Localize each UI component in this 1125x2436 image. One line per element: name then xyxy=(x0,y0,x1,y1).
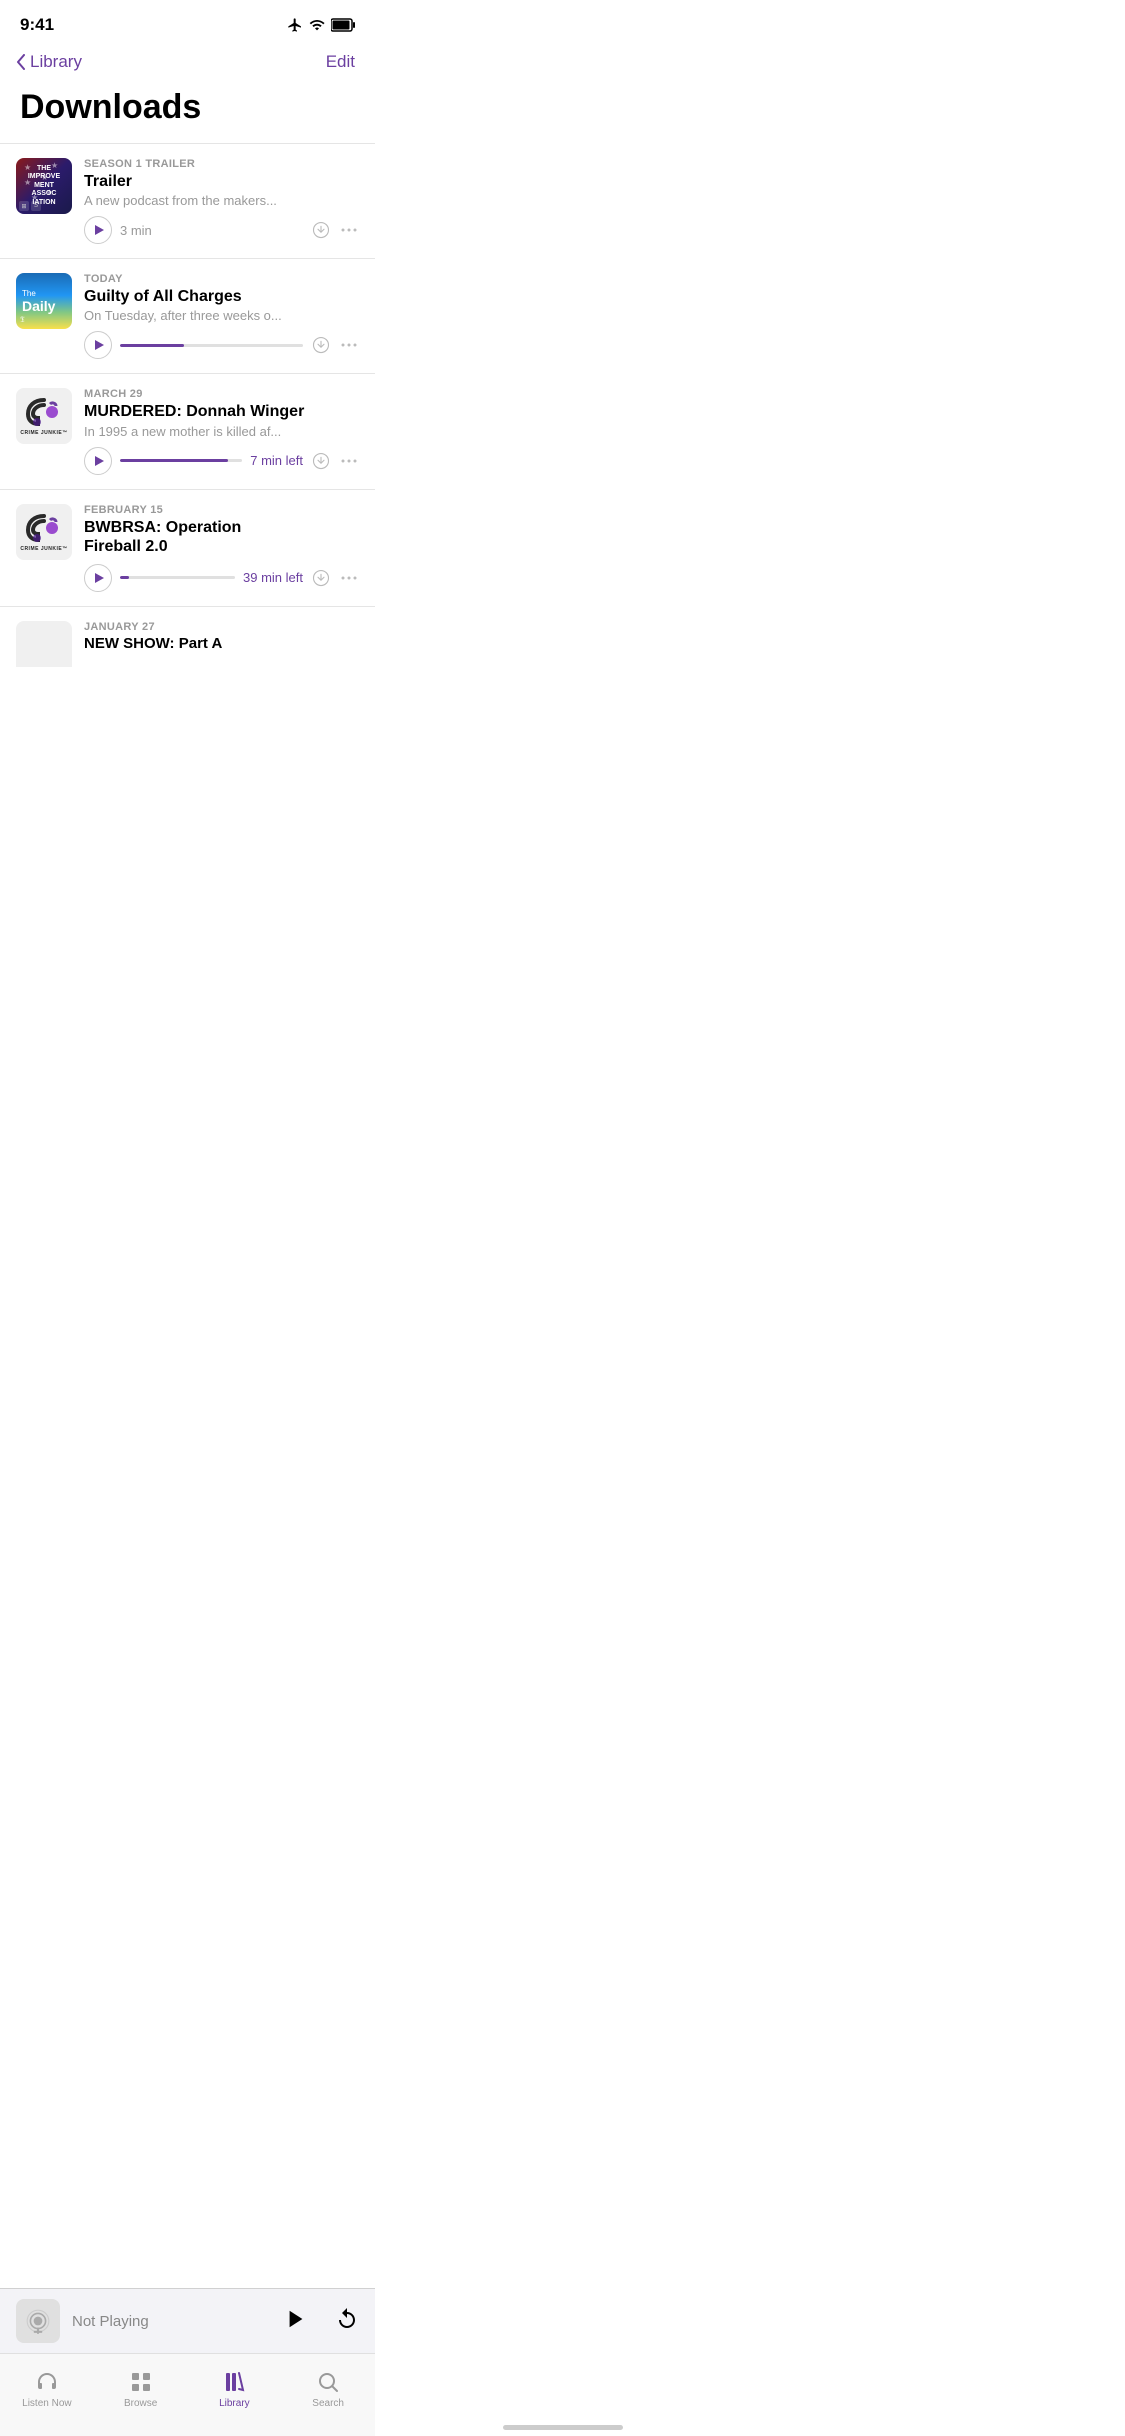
edit-button[interactable]: Edit xyxy=(326,52,355,72)
episode-content: February 15 BWBRSA: OperationFireball 2.… xyxy=(84,504,359,592)
download-icon xyxy=(312,221,330,239)
episode-item: The Daily 𝕿 Today Guilty of All Charges … xyxy=(0,259,375,374)
library-icon xyxy=(221,2369,247,2395)
chevron-left-icon xyxy=(16,54,26,70)
more-icon xyxy=(341,343,357,347)
episode-title: Trailer xyxy=(84,172,359,191)
play-icon xyxy=(94,339,104,351)
more-button[interactable] xyxy=(339,568,359,588)
episode-item: CRIME JUNKIE™ February 15 BWBRSA: Operat… xyxy=(0,490,375,607)
episode-date: March 29 xyxy=(84,388,359,400)
time-left-label: 39 min left xyxy=(243,570,303,585)
download-button[interactable] xyxy=(311,335,331,355)
download-icon xyxy=(312,569,330,587)
more-button[interactable] xyxy=(339,451,359,471)
download-icon xyxy=(312,452,330,470)
replay-icon xyxy=(335,2307,359,2331)
tab-bar: Listen Now Browse Library Search xyxy=(0,2353,375,2436)
play-icon xyxy=(94,455,104,467)
tab-browse[interactable]: Browse xyxy=(94,2369,188,2409)
episode-date: January 27 xyxy=(84,621,359,633)
episode-content: Season 1 Trailer Trailer A new podcast f… xyxy=(84,158,359,244)
tab-library[interactable]: Library xyxy=(188,2369,282,2409)
episode-description: In 1995 a new mother is killed af... xyxy=(84,424,359,439)
download-button[interactable] xyxy=(311,220,331,240)
duration-label: 3 min xyxy=(120,223,152,238)
time-left-label: 7 min left xyxy=(250,453,303,468)
home-indicator xyxy=(503,2425,623,2430)
tab-search[interactable]: Search xyxy=(281,2369,375,2409)
episode-list: ★ ★ ★ ★ ★ ★ THEIMPROVEMENTASSOCIATION ⊞ … xyxy=(0,144,375,667)
episode-content: March 29 MURDERED: Donnah Winger In 1995… xyxy=(84,388,359,474)
episode-description: A new podcast from the makers... xyxy=(84,193,359,208)
tab-label-library: Library xyxy=(219,2398,250,2409)
episode-artwork: CRIME JUNKIE™ xyxy=(16,388,72,444)
more-icon xyxy=(341,576,357,580)
mini-player[interactable]: Not Playing xyxy=(0,2288,375,2353)
episode-artwork: ★ ★ ★ ★ ★ ★ THEIMPROVEMENTASSOCIATION ⊞ … xyxy=(16,158,72,214)
play-button[interactable] xyxy=(84,331,112,359)
progress-bar xyxy=(120,576,235,579)
podcast-icon xyxy=(25,2308,51,2334)
episode-controls: 39 min left xyxy=(84,564,359,592)
episode-title: NEW SHOW: Part A xyxy=(84,635,359,653)
episode-content: Today Guilty of All Charges On Tuesday, … xyxy=(84,273,359,359)
episode-controls: 7 min left xyxy=(84,447,359,475)
episode-item: CRIME JUNKIE™ March 29 MURDERED: Donnah … xyxy=(0,374,375,489)
episode-item: ★ ★ ★ ★ ★ ★ THEIMPROVEMENTASSOCIATION ⊞ … xyxy=(0,144,375,259)
tab-label-listen-now: Listen Now xyxy=(22,2398,71,2409)
nav-bar: Library Edit xyxy=(0,44,375,84)
episode-item: January 27 NEW SHOW: Part A xyxy=(0,607,375,667)
play-button[interactable] xyxy=(84,216,112,244)
episode-date: Today xyxy=(84,273,359,285)
tab-label-browse: Browse xyxy=(124,2398,157,2409)
crime-junkie-logo-icon xyxy=(24,396,64,428)
download-icon xyxy=(312,336,330,354)
play-icon xyxy=(94,572,104,584)
mini-replay-button[interactable] xyxy=(335,2307,359,2336)
episode-artwork xyxy=(16,621,72,667)
episode-controls xyxy=(84,331,359,359)
episode-title: BWBRSA: OperationFireball 2.0 xyxy=(84,518,359,556)
back-button[interactable]: Library xyxy=(16,52,82,72)
search-icon xyxy=(315,2369,341,2395)
episode-date: Season 1 Trailer xyxy=(84,158,359,170)
episode-description: On Tuesday, after three weeks o... xyxy=(84,308,359,323)
episode-title: Guilty of All Charges xyxy=(84,287,359,306)
episode-artwork: The Daily 𝕿 xyxy=(16,273,72,329)
battery-icon xyxy=(331,18,355,32)
status-bar: 9:41 xyxy=(0,0,375,44)
play-icon xyxy=(94,224,104,236)
page-title: Downloads xyxy=(0,84,375,143)
episode-controls: 3 min xyxy=(84,216,359,244)
tab-label-search: Search xyxy=(312,2398,344,2409)
episode-date: February 15 xyxy=(84,504,359,516)
listen-now-icon xyxy=(34,2369,60,2395)
play-icon xyxy=(285,2308,307,2330)
more-button[interactable] xyxy=(339,220,359,240)
mini-player-title: Not Playing xyxy=(72,2313,273,2330)
airplane-icon xyxy=(287,17,303,33)
play-button[interactable] xyxy=(84,564,112,592)
tab-listen-now[interactable]: Listen Now xyxy=(0,2369,94,2409)
more-button[interactable] xyxy=(339,335,359,355)
download-button[interactable] xyxy=(311,568,331,588)
wifi-icon xyxy=(309,17,325,33)
mini-player-artwork xyxy=(16,2299,60,2343)
progress-bar xyxy=(120,344,303,347)
status-icons xyxy=(287,17,355,33)
mini-play-button[interactable] xyxy=(285,2308,307,2335)
progress-bar xyxy=(120,459,242,462)
more-icon xyxy=(341,228,357,232)
episode-content: January 27 NEW SHOW: Part A xyxy=(84,621,359,655)
browse-icon xyxy=(128,2369,154,2395)
episode-artwork: CRIME JUNKIE™ xyxy=(16,504,72,560)
more-icon xyxy=(341,459,357,463)
status-time: 9:41 xyxy=(20,15,54,35)
download-button[interactable] xyxy=(311,451,331,471)
back-label: Library xyxy=(30,52,82,72)
play-button[interactable] xyxy=(84,447,112,475)
episode-title: MURDERED: Donnah Winger xyxy=(84,402,359,421)
crime-junkie-logo-icon xyxy=(24,512,64,544)
